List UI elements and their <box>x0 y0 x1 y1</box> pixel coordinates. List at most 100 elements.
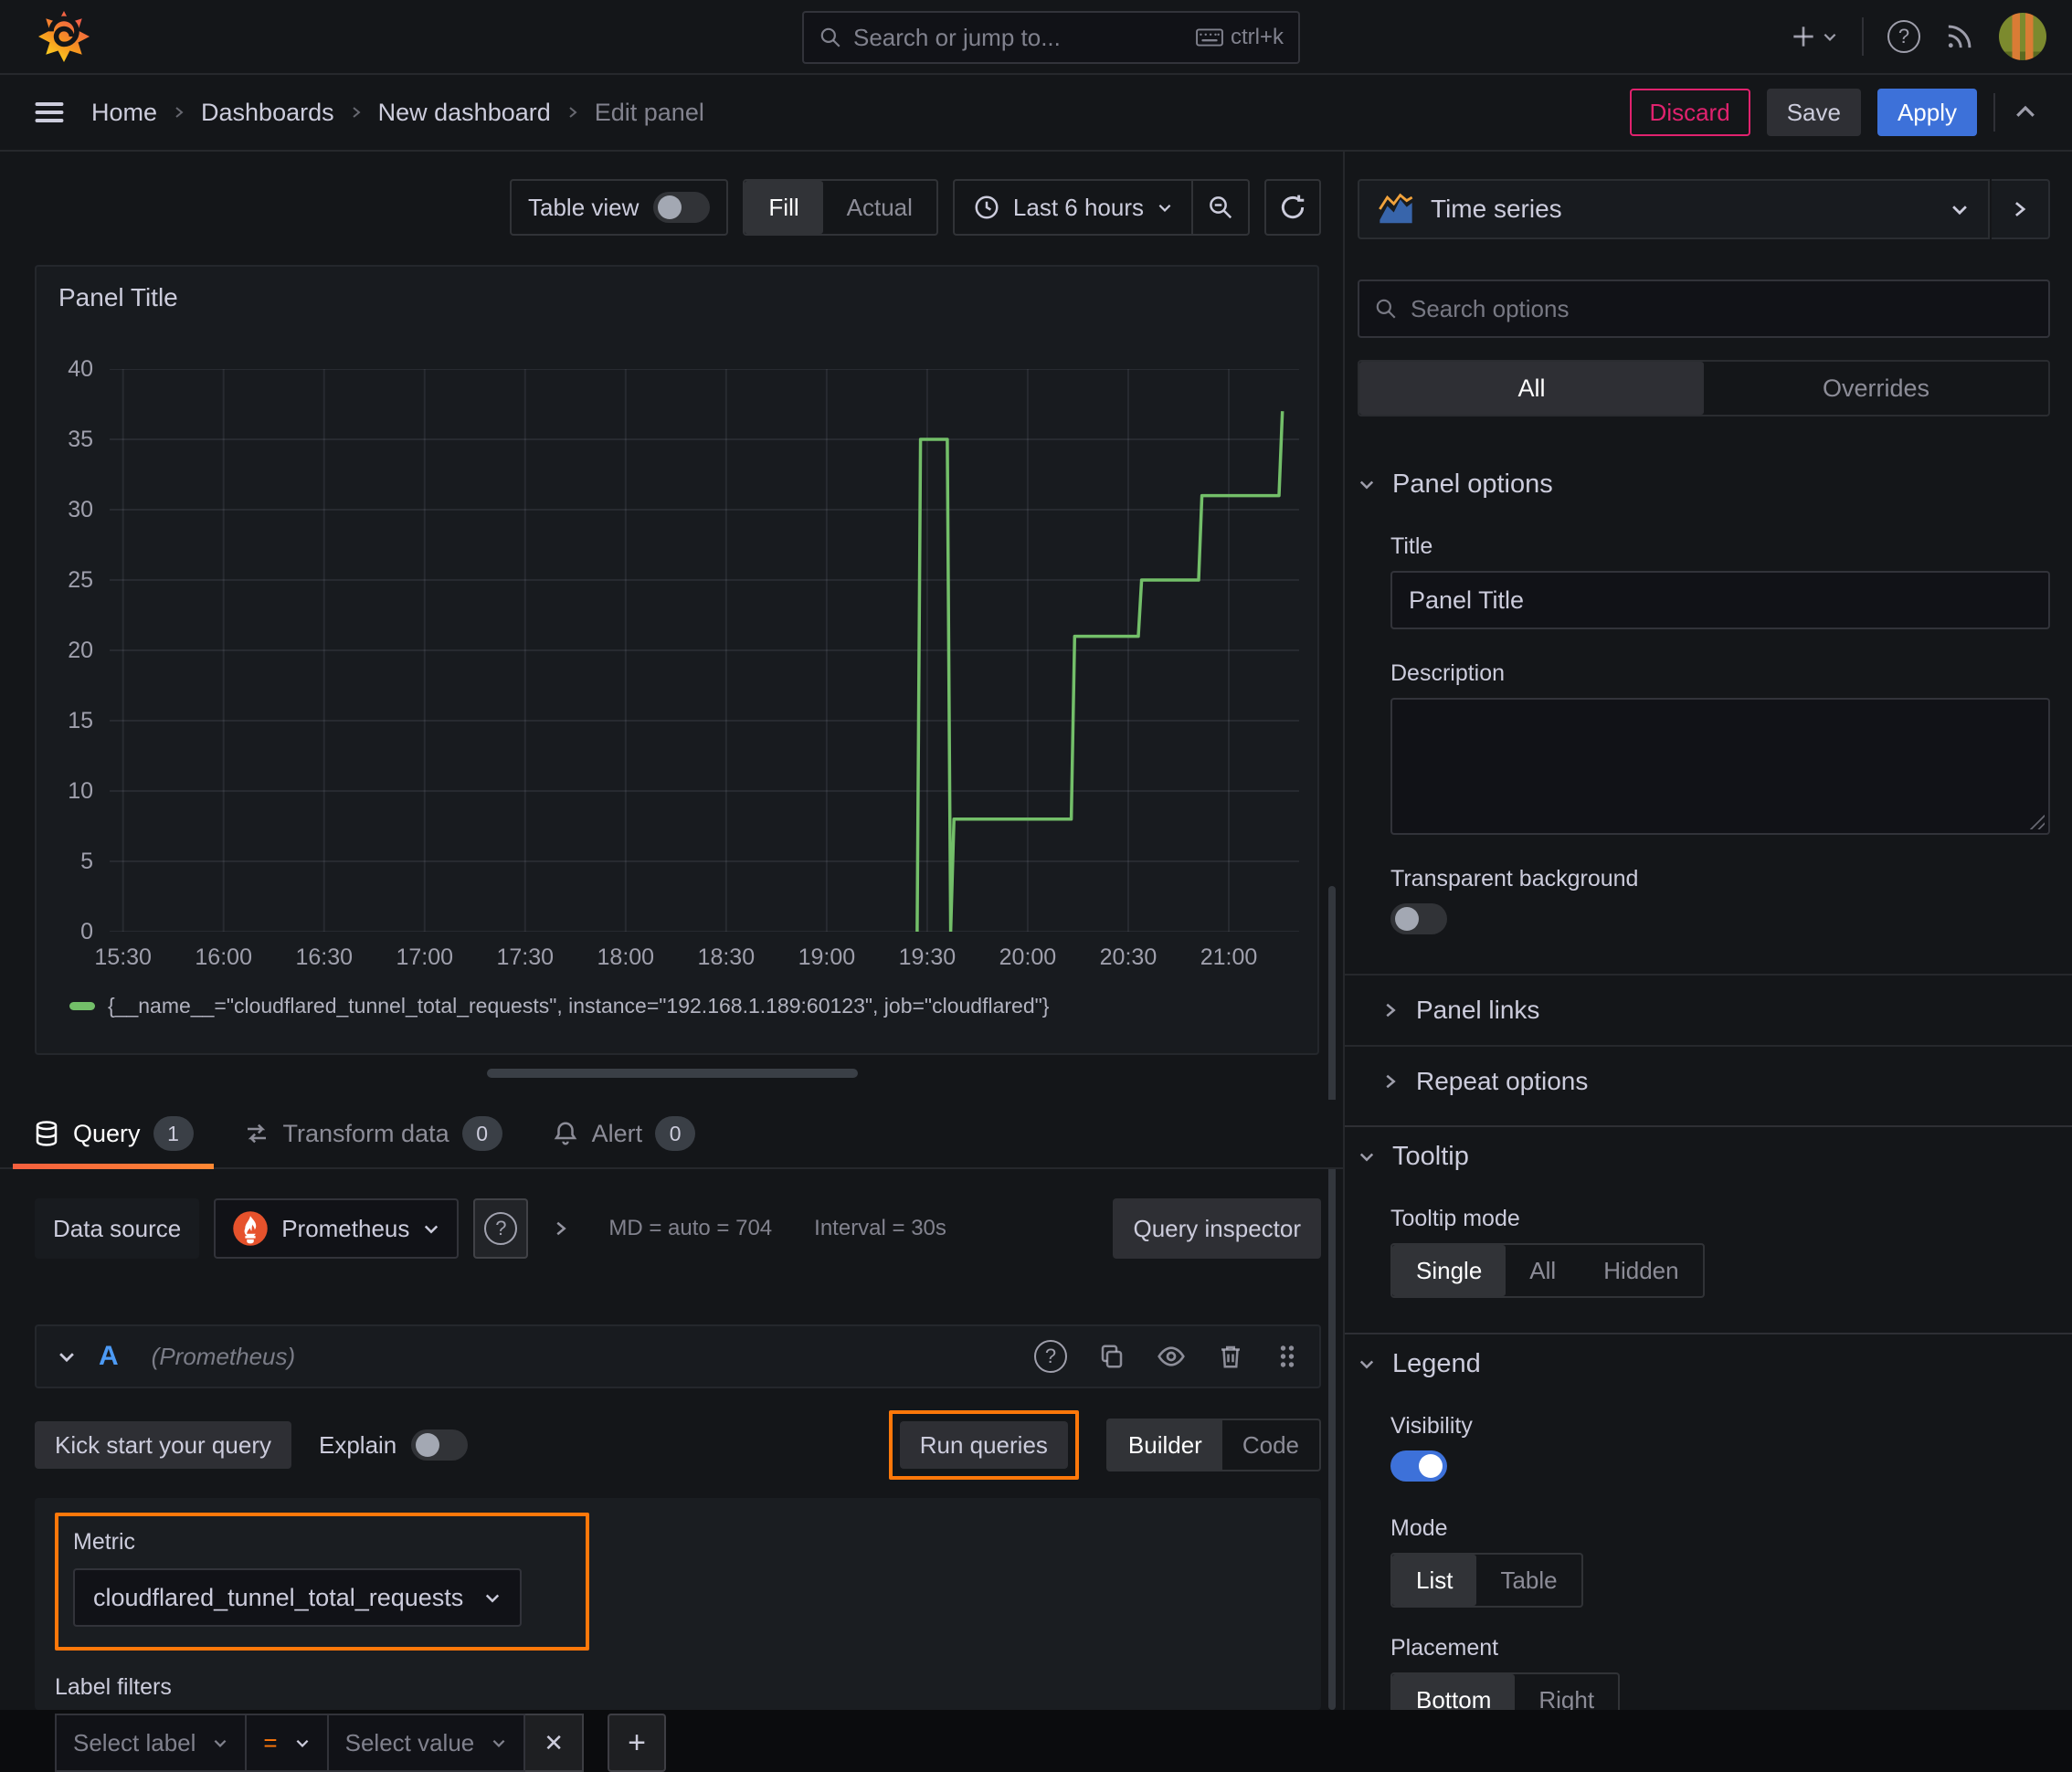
placement-bottom-option[interactable]: Bottom <box>1392 1674 1516 1710</box>
tab-overrides[interactable]: Overrides <box>1704 362 2048 415</box>
tooltip-single-option[interactable]: Single <box>1392 1245 1506 1296</box>
y-tick-label: 35 <box>68 427 93 452</box>
viz-type-select[interactable]: Time series <box>1358 179 1990 239</box>
legend-visibility-toggle[interactable] <box>1390 1450 1447 1482</box>
metric-select[interactable]: cloudflared_tunnel_total_requests <box>73 1568 523 1627</box>
repeat-options-section[interactable]: Repeat options <box>1345 1045 2072 1116</box>
table-view-control: Table view <box>510 179 729 236</box>
datasource-select[interactable]: Prometheus <box>214 1198 460 1259</box>
tab-all[interactable]: All <box>1359 362 1704 415</box>
query-help-icon[interactable]: ? <box>1034 1340 1067 1373</box>
tooltip-hidden-option[interactable]: Hidden <box>1580 1245 1702 1296</box>
metric-label: Metric <box>73 1529 136 1555</box>
add-menu-button[interactable] <box>1789 22 1838 51</box>
chart-legend[interactable]: {__name__="cloudflared_tunnel_total_requ… <box>69 994 1049 1018</box>
metric-highlight: Metric cloudflared_tunnel_total_requests <box>55 1513 590 1651</box>
actual-option[interactable]: Actual <box>823 181 936 234</box>
panel-options-header[interactable]: Panel options <box>1345 455 2072 513</box>
fill-option[interactable]: Fill <box>745 181 823 234</box>
legend-list-option[interactable]: List <box>1392 1555 1477 1606</box>
placement-right-option[interactable]: Right <box>1515 1674 1618 1711</box>
label-filter-group: Select label = Select value ✕ <box>55 1714 585 1772</box>
explain-toggle[interactable] <box>411 1429 469 1461</box>
tooltip-all-option[interactable]: All <box>1506 1245 1580 1296</box>
query-builder: Metric cloudflared_tunnel_total_requests… <box>35 1498 1321 1772</box>
legend-header[interactable]: Legend <box>1345 1334 2072 1393</box>
discard-button[interactable]: Discard <box>1629 89 1750 136</box>
chevron-down-icon <box>486 1594 500 1603</box>
prometheus-icon <box>233 1211 268 1246</box>
legend-mode-label: Mode <box>1390 1515 1448 1541</box>
x-tick-label: 20:30 <box>1099 944 1158 970</box>
chart-plot[interactable] <box>110 368 1299 933</box>
menu-icon[interactable] <box>33 96 66 129</box>
apply-button[interactable]: Apply <box>1876 89 1977 136</box>
panel-toolbar: Table view Fill Actual Last 6 hours <box>0 179 1321 236</box>
remove-filter-button[interactable]: ✕ <box>525 1714 585 1772</box>
refresh-button[interactable] <box>1264 179 1321 236</box>
datasource-help-button[interactable]: ? <box>473 1198 529 1259</box>
panel-preview[interactable]: Panel Title 0 5 10 15 20 25 30 35 40 15:30 16:00 1… <box>35 265 1319 1055</box>
run-queries-button[interactable]: Run queries <box>899 1421 1068 1469</box>
kick-start-button[interactable]: Kick start your query <box>35 1421 291 1469</box>
save-button[interactable]: Save <box>1766 89 1861 136</box>
table-view-toggle[interactable] <box>653 192 711 223</box>
news-icon[interactable] <box>1944 21 1975 52</box>
tab-transform-data[interactable]: Transform data 0 <box>223 1116 523 1167</box>
builder-option[interactable]: Builder <box>1107 1420 1222 1470</box>
global-search[interactable]: Search or jump to... ctrl+k <box>802 11 1300 64</box>
chevron-right-icon <box>349 105 364 120</box>
drag-handle-icon[interactable] <box>1275 1343 1299 1370</box>
collapse-query-icon[interactable] <box>57 1346 77 1366</box>
time-picker: Last 6 hours <box>952 179 1250 236</box>
transparent-bg-toggle[interactable] <box>1390 903 1447 934</box>
viz-suggestions-button[interactable] <box>1992 179 2050 239</box>
shortcut-label: ctrl+k <box>1230 25 1284 49</box>
options-tabs: All Overrides <box>1358 360 2050 417</box>
legend-table-option[interactable]: Table <box>1476 1555 1580 1606</box>
query-stats: MD = auto = 704 Interval = 30s <box>608 1216 946 1241</box>
breadcrumb-dashboards[interactable]: Dashboards <box>201 99 334 127</box>
stats-md: MD = auto = 704 <box>608 1216 773 1240</box>
question-circle-icon: ? <box>484 1212 518 1245</box>
select-value-dropdown[interactable]: Select value <box>328 1714 526 1772</box>
main-scrollbar[interactable] <box>1328 886 1336 1710</box>
horizontal-resize-handle[interactable] <box>487 1069 858 1078</box>
help-icon[interactable]: ? <box>1887 20 1920 53</box>
expand-options-icon[interactable] <box>552 1219 570 1238</box>
panel-title-input[interactable] <box>1390 571 2050 629</box>
tab-query[interactable]: Query 1 <box>13 1116 214 1169</box>
tooltip-title: Tooltip <box>1392 1141 1469 1171</box>
zoom-out-button[interactable] <box>1191 181 1248 234</box>
operator-dropdown[interactable]: = <box>247 1714 329 1772</box>
user-avatar[interactable] <box>1999 13 2046 60</box>
query-inspector-button[interactable]: Query inspector <box>1113 1198 1321 1259</box>
delete-query-icon[interactable] <box>1217 1343 1244 1370</box>
x-tick-label: 20:00 <box>999 944 1057 970</box>
tooltip-header[interactable]: Tooltip <box>1345 1127 2072 1186</box>
breadcrumb-new-dashboard[interactable]: New dashboard <box>378 99 551 127</box>
grafana-logo-icon[interactable] <box>38 11 90 62</box>
breadcrumb-home[interactable]: Home <box>91 99 157 127</box>
tab-alert[interactable]: Alert 0 <box>532 1116 716 1167</box>
database-icon <box>36 1121 58 1146</box>
toggle-visibility-icon[interactable] <box>1157 1342 1186 1371</box>
description-textarea[interactable] <box>1390 698 2050 835</box>
x-tick-label: 17:00 <box>396 944 454 970</box>
panel-links-section[interactable]: Panel links <box>1345 974 2072 1045</box>
timeseries-viz-icon <box>1379 193 1413 224</box>
collapse-header-button[interactable] <box>2012 99 2039 126</box>
add-filter-button[interactable]: + <box>608 1714 667 1772</box>
fill-actual-segment: Fill Actual <box>743 179 938 236</box>
code-option[interactable]: Code <box>1222 1420 1319 1470</box>
time-range-button[interactable]: Last 6 hours <box>955 194 1191 222</box>
resize-handle-icon[interactable] <box>2028 813 2045 829</box>
options-search[interactable]: Search options <box>1358 280 2050 338</box>
duplicate-icon[interactable] <box>1098 1343 1126 1370</box>
clock-icon <box>975 195 999 219</box>
query-ref-id[interactable]: A <box>99 1341 119 1372</box>
label-filters-label: Label filters <box>55 1674 172 1700</box>
select-label-dropdown[interactable]: Select label <box>55 1714 248 1772</box>
chevron-down-icon <box>215 1739 227 1747</box>
title-label: Title <box>1390 533 1433 559</box>
